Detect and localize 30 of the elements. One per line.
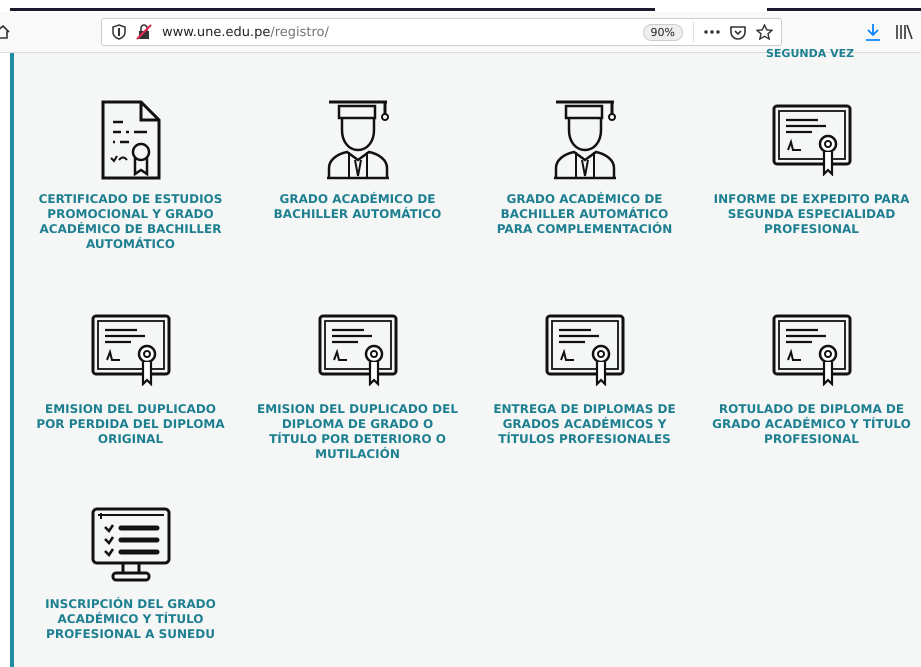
monitor-checklist-icon[interactable] [90,507,170,583]
download-icon[interactable] [865,23,881,41]
more-icon[interactable] [704,30,720,34]
diploma-icon[interactable] [544,314,624,386]
certificate-document-icon[interactable] [98,100,162,180]
diploma-icon[interactable] [90,314,170,386]
diploma-icon[interactable] [318,314,398,386]
service-title[interactable]: ROTULADO DE DIPLOMA DE GRADO ACADÉMICO Y TÍTULO PROFESIONAL [709,402,914,447]
pocket-icon[interactable] [730,24,746,40]
graduate-icon[interactable] [324,100,390,180]
service-title[interactable]: EMISION DEL DUPLICADO DEL DIPLOMA DE GRADO O TÍTULO POR DETERIORO O MUTILACIÓN [255,402,460,462]
shield-icon[interactable] [112,24,126,40]
zoom-badge[interactable]: 90% [642,24,683,40]
service-title[interactable]: ENTREGA DE DIPLOMAS DE GRADOS ACADÉMICOS Y TÍTULOS PROFESIONALES [482,402,687,447]
diploma-icon[interactable] [772,104,852,176]
home-icon[interactable] [0,24,10,40]
library-icon[interactable] [895,24,913,40]
service-title[interactable]: GRADO ACADÉMICO DE BACHILLER AUTOMÁTICO [255,192,460,222]
address-bar[interactable]: www.une.edu.pe/registro/ 90% [101,18,782,46]
service-title[interactable]: GRADO ACADÉMICO DE BACHILLER AUTOMÁTICO PARA COMPLEMENTACIÓN [482,192,687,237]
service-title[interactable]: INFORME DE EXPEDITO PARA SEGUNDA ESPECIALIDAD PROFESIONAL [709,192,914,237]
diploma-icon[interactable] [772,314,852,386]
insecure-lock-icon[interactable] [136,24,152,40]
section-heading: SEGUNDA VEZ [766,47,854,60]
service-title[interactable]: INSCRIPCIÓN DEL GRADO ACADÉMICO Y TÍTULO PROFESIONAL A SUNEDU [28,597,233,642]
url-text: www.une.edu.pe/registro/ [162,24,330,40]
star-icon[interactable] [756,24,773,40]
service-title[interactable]: EMISION DEL DUPLICADO POR PERDIDA DEL DIPLOMA ORIGINAL [28,402,233,447]
graduate-icon[interactable] [552,100,618,180]
service-title[interactable]: CERTIFICADO DE ESTUDIOS PROMOCIONAL Y GRADO ACADÉMICO DE BACHILLER AUTOMÁTICO [28,192,233,252]
